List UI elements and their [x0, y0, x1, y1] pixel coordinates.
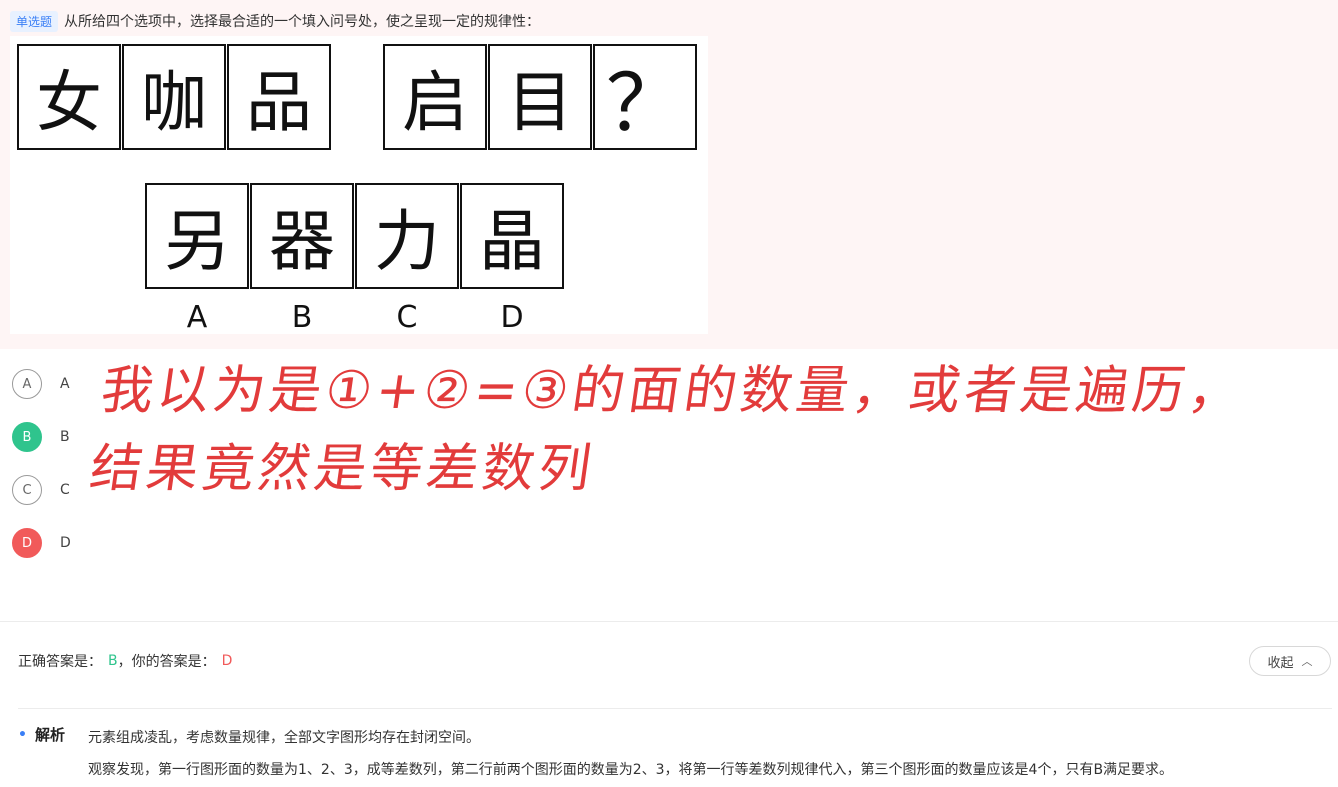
option-figure-b: 器 [250, 183, 354, 289]
correct-answer-value: B [108, 653, 118, 669]
question-stem: 单选题 从所给四个选项中，选择最合适的一个填入问号处，使之呈现一定的规律性： [10, 10, 540, 32]
choice-c-label: C [60, 482, 70, 498]
divider [18, 708, 1332, 709]
choice-a[interactable]: A A [12, 367, 70, 401]
figure-cell: 品 [227, 44, 331, 150]
divider [0, 621, 1338, 622]
correct-answer-prefix: 正确答案是： [18, 654, 102, 670]
figure-cell: 咖 [122, 44, 226, 150]
option-figure-label: C [396, 300, 418, 335]
choice-b-circle[interactable]: B [12, 422, 42, 452]
collapse-button[interactable]: 收起 ︿ [1249, 646, 1331, 676]
answer-summary: 正确答案是： B ，你的答案是： D [18, 651, 232, 671]
your-answer-prefix: ，你的答案是： [117, 654, 216, 670]
analysis-heading: • 解析 [18, 724, 65, 745]
choice-a-label: A [60, 376, 70, 392]
option-figure-label: A [186, 300, 208, 335]
question-figure: 女 咖 品 启 目 ？ 另 器 力 晶 A B C D [10, 36, 708, 335]
analysis-title: 解析 [34, 726, 65, 744]
chevron-up-icon: ︿ [1301, 655, 1313, 668]
handwritten-note-line: 我以为是①+②=③的面的数量，或者是遍历， [97, 361, 1249, 421]
option-figure-d: 晶 [460, 183, 564, 289]
choice-d-label: D [60, 535, 71, 551]
handwritten-note-line: 结果竟然是等差数列 [86, 439, 599, 499]
analysis-text: 观察发现，第一行图形面的数量为1、2、3，成等差数列，第二行前两个图形面的数量为… [88, 762, 1174, 778]
your-answer-value: D [221, 653, 233, 669]
collapse-button-label: 收起 [1267, 655, 1294, 671]
question-text: 从所给四个选项中，选择最合适的一个填入问号处，使之呈现一定的规律性： [64, 14, 541, 30]
figure-cell: 目 [488, 44, 592, 150]
choice-d[interactable]: D D [12, 526, 71, 560]
handwritten-note: 我以为是①+②=③的面的数量，或者是遍历， 结果竟然是等差数列 [85, 352, 1250, 508]
choice-c-circle[interactable]: C [12, 475, 42, 505]
bullet-icon: • [18, 726, 27, 743]
option-figure-c: 力 [355, 183, 459, 289]
option-figure-a: 另 [145, 183, 249, 289]
question-type-tag: 单选题 [10, 10, 59, 32]
choice-c[interactable]: C C [12, 473, 70, 507]
choice-b[interactable]: B B [12, 420, 70, 454]
figure-cell: 启 [383, 44, 487, 150]
choice-d-circle[interactable]: D [12, 528, 42, 558]
choice-b-label: B [60, 429, 70, 445]
option-figure-label: B [291, 300, 313, 335]
figure-cell: 女 [17, 44, 121, 150]
question-mark-cell: ？ [593, 44, 697, 150]
analysis-text: 元素组成凌乱，考虑数量规律，全部文字图形均存在封闭空间。 [88, 730, 480, 746]
choice-a-circle[interactable]: A [12, 369, 42, 399]
option-figure-label: D [500, 300, 524, 335]
